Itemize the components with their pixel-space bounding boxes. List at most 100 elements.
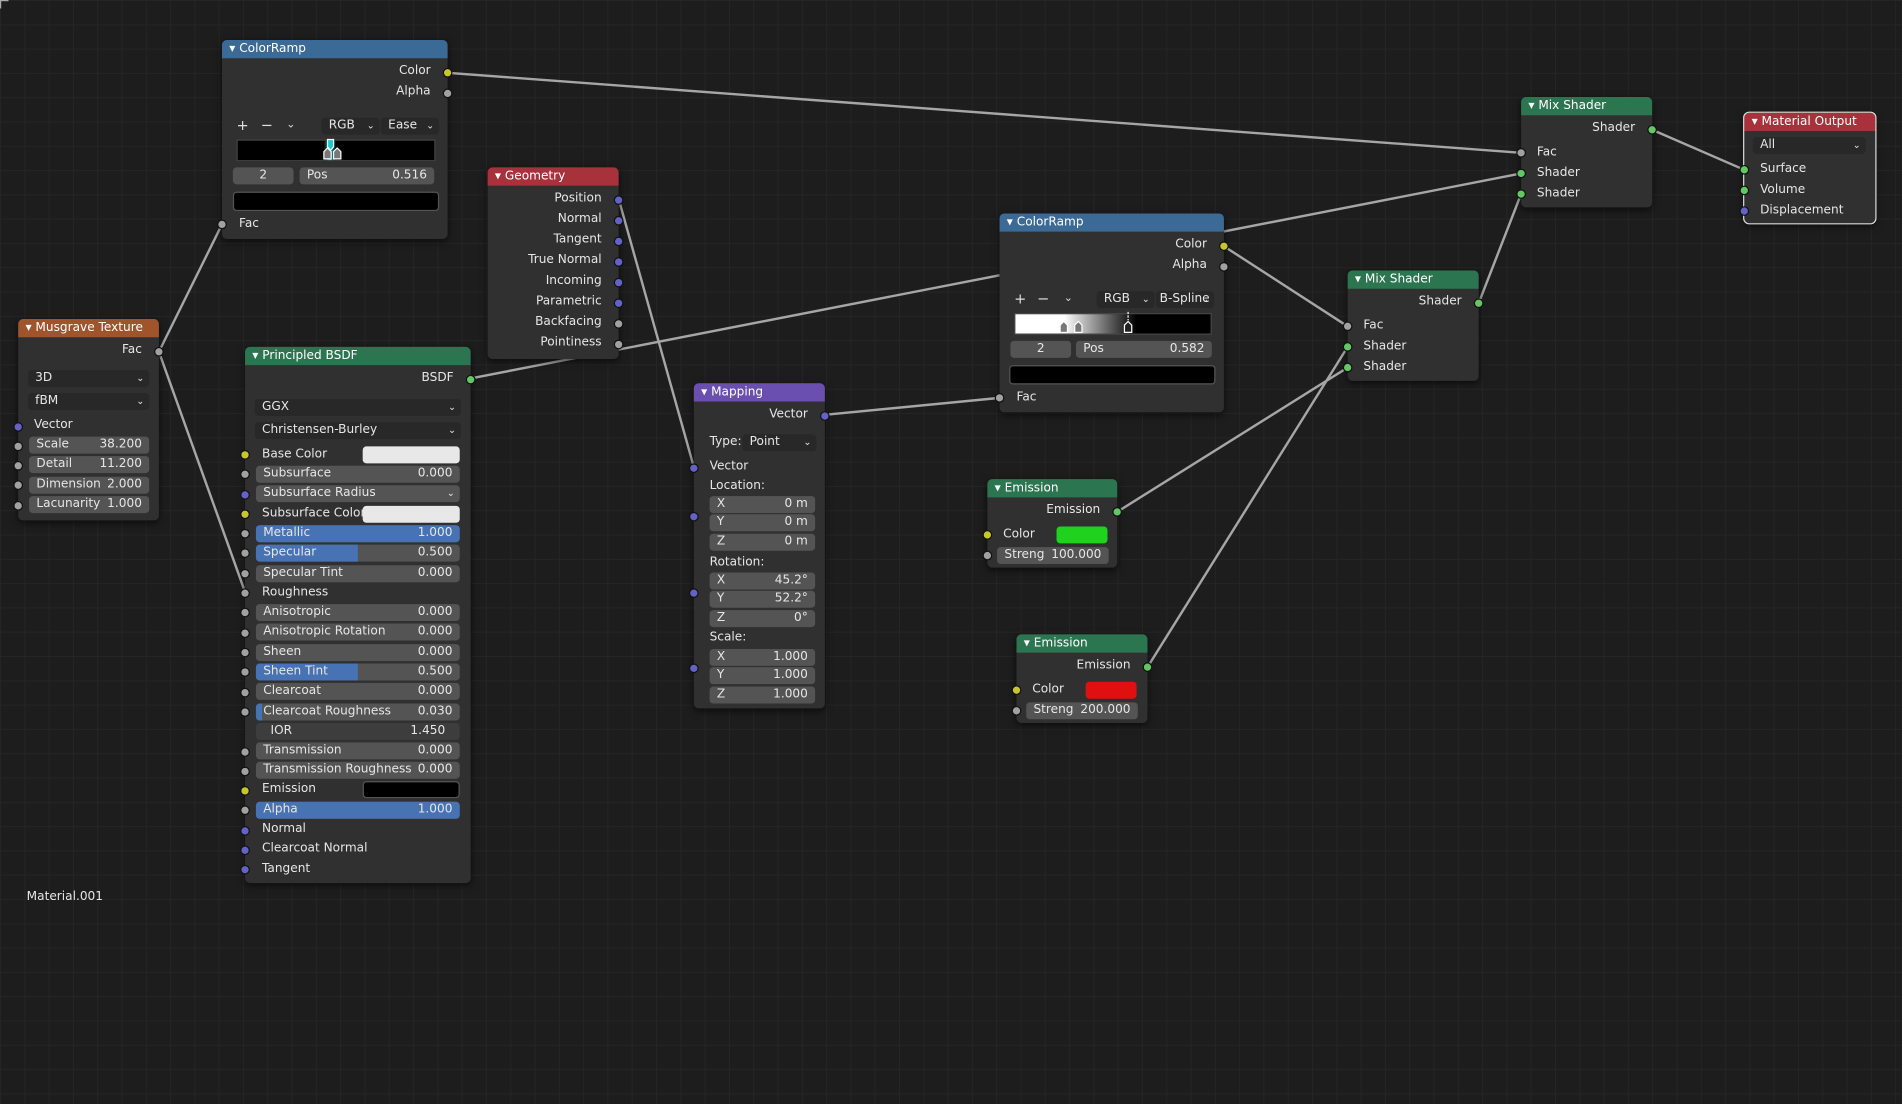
distribution-dropdown[interactable]: GGX ⌄ <box>254 399 461 417</box>
bsdf-header[interactable]: ▾ Principled BSDF <box>245 346 471 366</box>
lacunarity-field[interactable]: Lacunarity 1.000 <box>29 496 150 514</box>
stop-position-field[interactable]: Pos 0.582 <box>1075 340 1212 358</box>
socket-bsdf-out[interactable] <box>465 374 476 385</box>
interpolation-dropdown[interactable]: B-Spline ⌄ <box>1155 291 1215 309</box>
socket-scale-in[interactable] <box>13 441 24 452</box>
specular-tint-field[interactable]: Specular Tint 0.000 <box>255 565 460 583</box>
socket-alpha-out[interactable] <box>442 88 453 99</box>
colorramp-node-2[interactable]: ▾ ColorRamp Color Alpha + − ⌄ RGB ⌄ B-Spl… <box>994 213 1229 413</box>
socket-shader-in-1[interactable] <box>1342 342 1353 352</box>
color-mode-dropdown[interactable]: RGB ⌄ <box>321 117 380 135</box>
socket-fac-out[interactable] <box>154 346 164 357</box>
clearcoat-roughness-field[interactable]: Clearcoat Roughness 0.030 <box>255 703 460 721</box>
socket-dimension-in[interactable] <box>13 480 24 491</box>
active-stop-index[interactable]: 2 <box>232 167 294 185</box>
socket-sheen-in[interactable] <box>240 647 250 658</box>
socket-alpha-out[interactable] <box>1219 262 1229 272</box>
subsurface-radius-field[interactable]: Subsurface Radius ⌄ <box>255 485 460 503</box>
socket-incoming-out[interactable] <box>613 277 624 288</box>
subsurface-method-dropdown[interactable]: Christensen-Burley ⌄ <box>254 422 461 440</box>
socket-subsurface-in[interactable] <box>240 469 250 480</box>
mapping-header[interactable]: ▾ Mapping <box>693 383 825 402</box>
active-stop-index[interactable]: 2 <box>1010 340 1072 358</box>
material-output-node[interactable]: ▾ Material Output All ⌄ Surface Volume Di… <box>1739 111 1877 225</box>
mapping-node[interactable]: ▾ Mapping Vector Type: Point ⌄ Vector Loc… <box>688 383 830 709</box>
interpolation-dropdown[interactable]: Ease ⌄ <box>380 117 440 135</box>
add-stop-button[interactable]: + <box>1014 290 1026 307</box>
emission-node-1[interactable]: ▾ Emission Emission Color Streng 100.000 <box>982 479 1123 568</box>
specular-field[interactable]: Specular 0.500 <box>255 544 460 562</box>
sheen-field[interactable]: Sheen 0.000 <box>255 644 460 662</box>
socket-backfacing-out[interactable] <box>613 319 624 329</box>
socket-shader-in-2[interactable] <box>1342 362 1353 373</box>
socket-fac-in[interactable] <box>994 393 1005 403</box>
metallic-field[interactable]: Metallic 1.000 <box>255 525 460 543</box>
subsurface-field[interactable]: Subsurface 0.000 <box>255 465 460 483</box>
colorramp-header[interactable]: ▾ ColorRamp <box>999 213 1224 232</box>
socket-displacement-in[interactable] <box>1739 206 1750 216</box>
socket-emission-in[interactable] <box>240 786 250 796</box>
strength-field[interactable]: Streng 200.000 <box>1026 702 1138 720</box>
socket-base-color-in[interactable] <box>240 450 250 460</box>
mix-shader-header[interactable]: ▾ Mix Shader <box>1347 270 1479 289</box>
clearcoat-field[interactable]: Clearcoat 0.000 <box>255 682 460 700</box>
socket-anisotropic-rotation-in[interactable] <box>240 628 250 639</box>
socket-subsurface-radius-in[interactable] <box>240 490 250 500</box>
socket-scale-in[interactable] <box>688 663 699 674</box>
socket-fac-in[interactable] <box>1516 147 1526 158</box>
socket-tangent-out[interactable] <box>613 236 624 247</box>
socket-anisotropic-in[interactable] <box>240 607 250 618</box>
socket-alpha-in[interactable] <box>240 805 250 816</box>
mapping-type-dropdown[interactable]: Point ⌄ <box>742 434 817 452</box>
socket-vector-in[interactable] <box>688 463 699 474</box>
remove-stop-button[interactable]: − <box>1037 290 1049 307</box>
socket-shader-in-2[interactable] <box>1516 189 1526 199</box>
dimensions-dropdown[interactable]: 3D ⌄ <box>27 369 150 387</box>
socket-sheen-tint-in[interactable] <box>240 667 250 677</box>
dimension-field[interactable]: Dimension 2.000 <box>29 476 150 494</box>
socket-transmission-roughness-in[interactable] <box>240 766 250 777</box>
stop-color-swatch[interactable] <box>1009 365 1216 385</box>
socket-pointiness-out[interactable] <box>613 339 624 350</box>
socket-fac-in[interactable] <box>1342 321 1353 332</box>
alpha-field[interactable]: Alpha 1.000 <box>255 801 460 819</box>
socket-fac-in[interactable] <box>217 219 227 230</box>
location-x-field[interactable]: X 0 m <box>709 496 816 514</box>
socket-location-in[interactable] <box>688 511 699 522</box>
geometry-header[interactable]: ▾ Geometry <box>487 167 619 186</box>
emission-color-swatch[interactable] <box>1056 526 1108 544</box>
strength-field[interactable]: Streng 100.000 <box>997 547 1109 565</box>
socket-true-normal-out[interactable] <box>613 257 624 267</box>
anisotropic-rotation-field[interactable]: Anisotropic Rotation 0.000 <box>255 623 460 641</box>
material-output-header[interactable]: ▾ Material Output <box>1744 112 1876 132</box>
socket-color-in[interactable] <box>982 530 993 540</box>
socket-surface-in[interactable] <box>1739 164 1750 175</box>
scale-y-field[interactable]: Y 1.000 <box>709 667 816 685</box>
color-mode-dropdown[interactable]: RGB ⌄ <box>1096 291 1155 309</box>
detail-field[interactable]: Detail 11.200 <box>29 456 150 474</box>
principled-bsdf-node[interactable]: ▾ Principled BSDF BSDF GGX ⌄ Christensen-… <box>240 346 476 884</box>
emission-color-swatch[interactable] <box>1085 681 1137 699</box>
mix-shader-header[interactable]: ▾ Mix Shader <box>1521 97 1653 116</box>
socket-shader-out[interactable] <box>1473 298 1484 309</box>
type-dropdown[interactable]: fBM ⌄ <box>27 393 150 410</box>
color-ramp-gradient[interactable] <box>236 138 436 162</box>
socket-vector-in[interactable] <box>13 422 24 432</box>
stop-color-swatch[interactable] <box>232 191 440 212</box>
rotation-z-field[interactable]: Z 0° <box>709 610 816 628</box>
stop-position-field[interactable]: Pos 0.516 <box>299 167 435 185</box>
chevron-down-icon[interactable]: ⌄ <box>1064 290 1073 307</box>
socket-clearcoat-in[interactable] <box>240 687 250 698</box>
transmission-field[interactable]: Transmission 0.000 <box>255 742 460 760</box>
socket-roughness-in[interactable] <box>240 588 250 599</box>
colorramp-node-1[interactable]: ▾ ColorRamp Color Alpha + − ⌄ RGB ⌄ Ease ⌄… <box>217 40 453 239</box>
output-target-dropdown[interactable]: All ⌄ <box>1752 137 1866 155</box>
remove-stop-button[interactable]: − <box>261 116 273 133</box>
socket-lacunarity-in[interactable] <box>13 500 24 511</box>
scale-x-field[interactable]: X 1.000 <box>709 648 816 666</box>
socket-rotation-in[interactable] <box>688 588 699 599</box>
socket-emission-out[interactable] <box>1112 507 1123 517</box>
socket-shader-out[interactable] <box>1647 124 1657 135</box>
musgrave-header[interactable]: ▾ Musgrave Texture <box>18 319 159 338</box>
socket-normal-out[interactable] <box>613 215 624 226</box>
